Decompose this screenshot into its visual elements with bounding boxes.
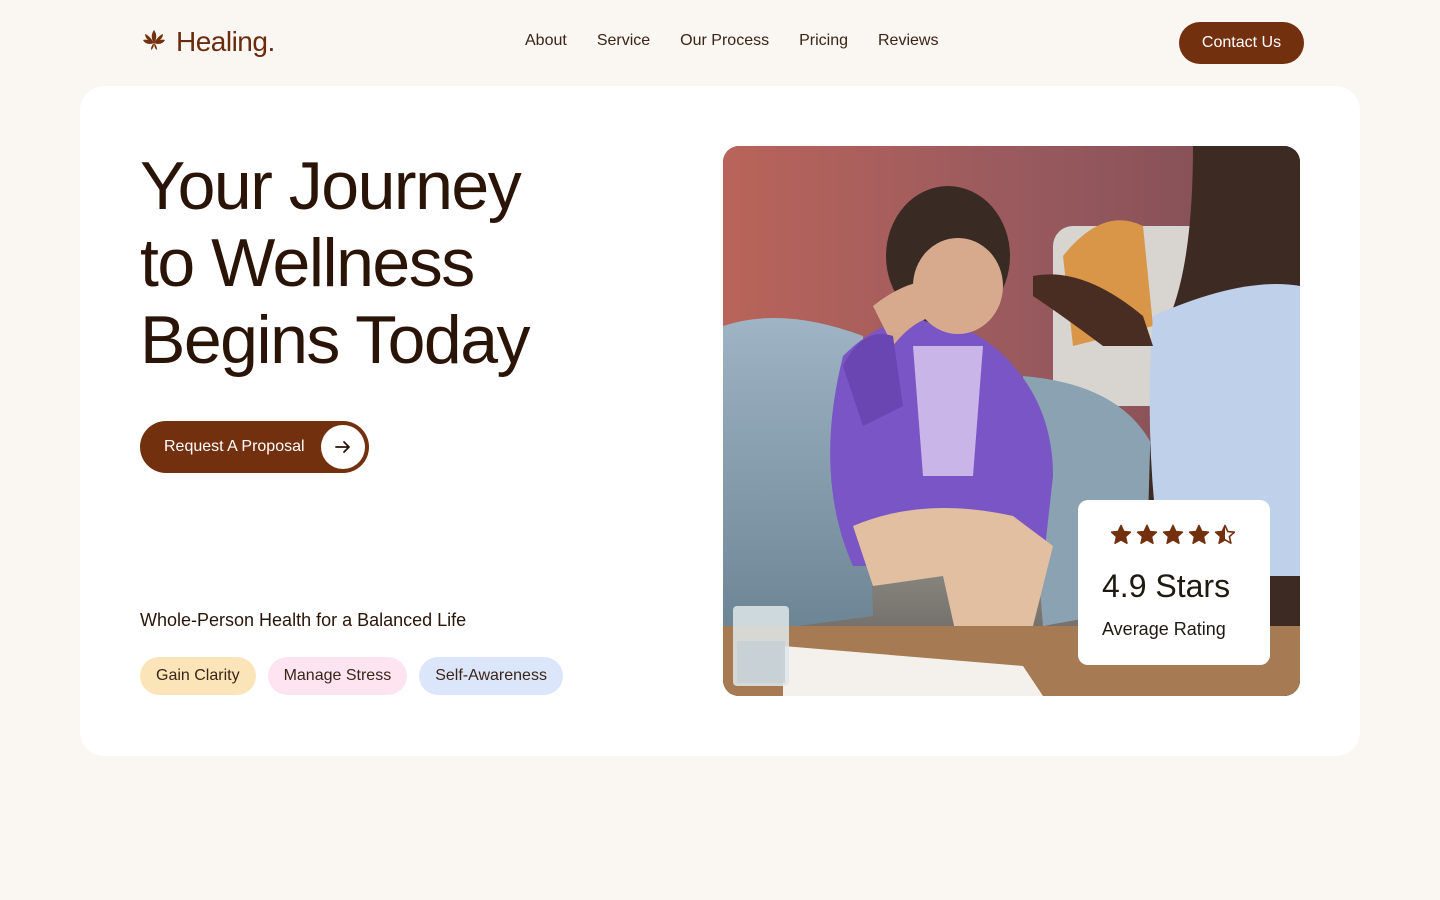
star-half-icon [1214, 524, 1236, 544]
nav-link-about[interactable]: About [525, 32, 567, 50]
rating-card: 4.9 Stars Average Rating [1078, 500, 1270, 665]
nav-link-reviews[interactable]: Reviews [878, 32, 938, 50]
headline-line-2: to Wellness [140, 225, 475, 301]
lotus-icon [140, 26, 168, 59]
request-proposal-button[interactable]: Request A Proposal [140, 421, 369, 473]
request-proposal-label: Request A Proposal [164, 438, 305, 455]
nav-link-service[interactable]: Service [597, 32, 650, 50]
benefit-pills: Gain Clarity Manage Stress Self-Awarenes… [140, 657, 563, 695]
star-full-icon [1162, 524, 1184, 544]
brand-name: Healing. [176, 26, 275, 57]
star-full-icon [1110, 524, 1132, 544]
star-full-icon [1136, 524, 1158, 544]
pill-self-awareness: Self-Awareness [419, 657, 563, 695]
rating-label: Average Rating [1102, 619, 1226, 639]
rating-stars [1110, 524, 1236, 546]
pill-manage-stress: Manage Stress [267, 657, 408, 695]
headline-line-3: Begins Today [140, 302, 531, 378]
rating-value: 4.9 Stars [1102, 568, 1231, 604]
arrow-right-icon [321, 425, 365, 469]
pill-gain-clarity: Gain Clarity [140, 657, 256, 695]
logo[interactable]: Healing. [140, 24, 275, 60]
nav-link-our-process[interactable]: Our Process [680, 32, 769, 50]
star-full-icon [1188, 524, 1210, 544]
contact-us-button[interactable]: Contact Us [1179, 22, 1304, 64]
nav-links: About Service Our Process Pricing Review… [525, 32, 938, 50]
nav-link-pricing[interactable]: Pricing [799, 32, 848, 50]
hero-headline: Your Journey to Wellness Begins Today [140, 148, 680, 379]
hero-tagline: Whole-Person Health for a Balanced Life [140, 610, 467, 630]
top-navigation: Healing. About Service Our Process Prici… [0, 0, 1440, 86]
headline-line-1: Your Journey [140, 148, 522, 224]
